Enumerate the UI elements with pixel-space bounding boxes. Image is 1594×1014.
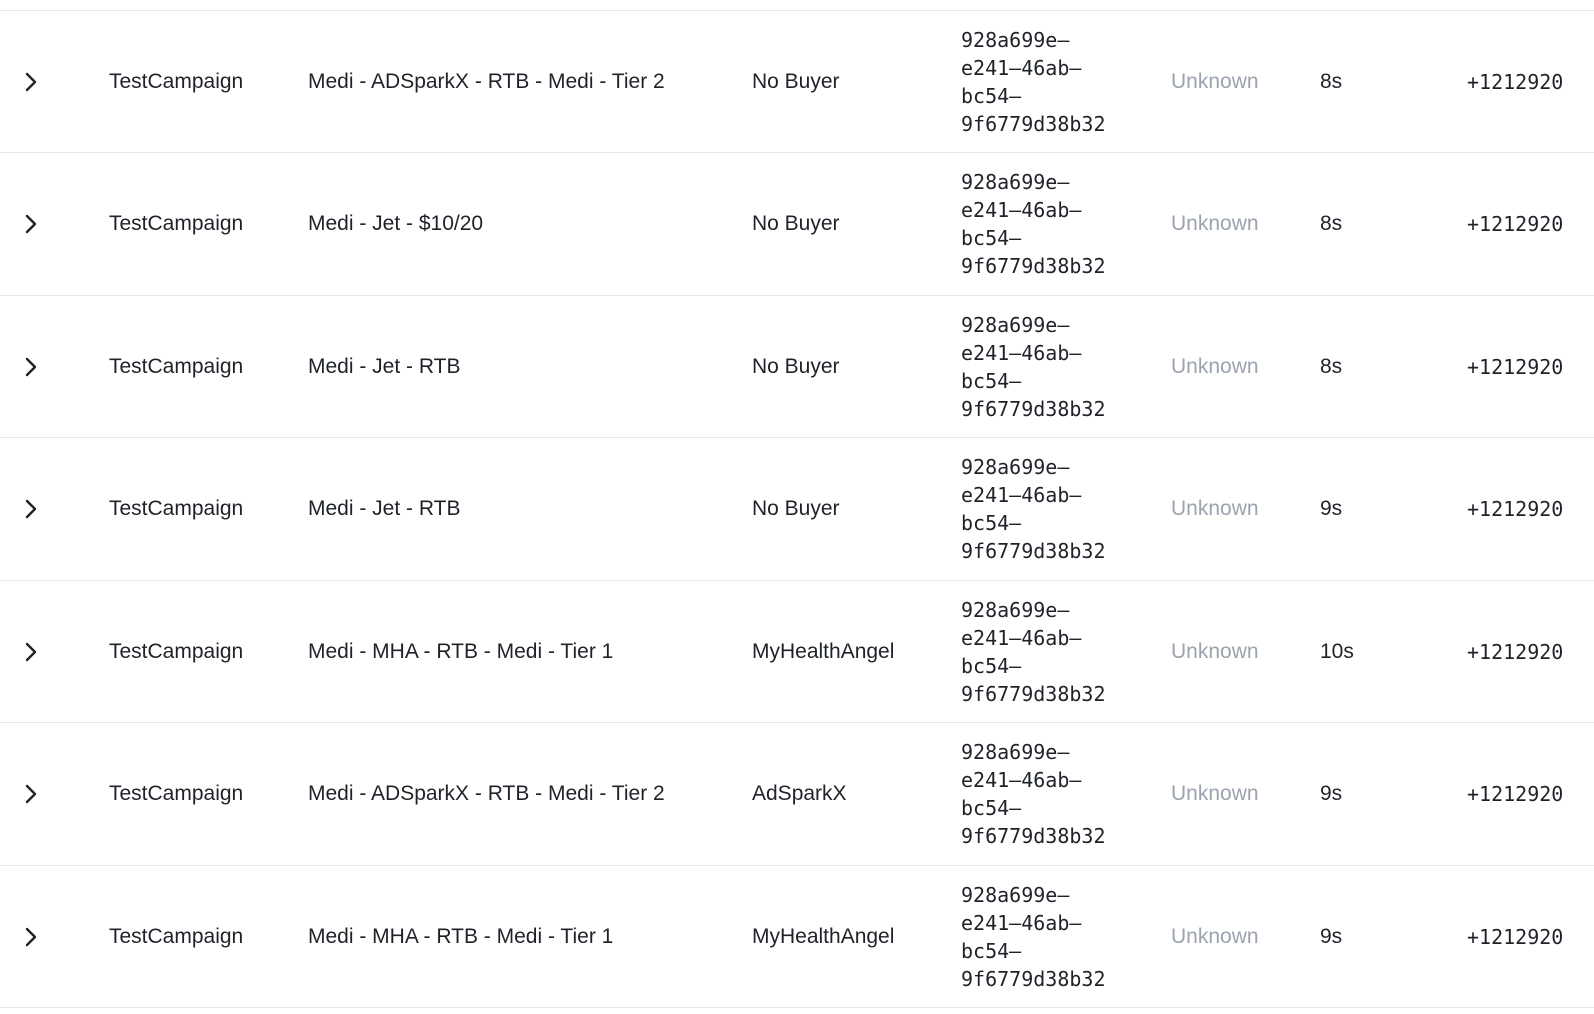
- call-id-cell: 928a699e– e241–46ab– bc54– 9f6779d38b32: [961, 866, 1136, 1007]
- chevron-right-icon: [25, 927, 37, 946]
- expand-row-button[interactable]: [16, 11, 46, 152]
- call-id-cell: 928a699e– e241–46ab– bc54– 9f6779d38b32: [961, 439, 1136, 580]
- status-cell: Unknown: [1171, 497, 1259, 520]
- buyer-cell: No Buyer: [752, 497, 840, 520]
- call-id-line: bc54–: [961, 368, 1022, 393]
- target-cell: Medi - Jet - RTB: [308, 497, 461, 520]
- expand-row-button[interactable]: [16, 296, 46, 437]
- campaign-cell: TestCampaign: [109, 212, 244, 235]
- table-row[interactable]: TestCampaign Medi - Jet - RTB No Buyer 9…: [0, 439, 1594, 581]
- call-id-line: bc54–: [961, 938, 1022, 963]
- call-id-line: 928a699e–: [961, 312, 1070, 337]
- phone-cell: +1212920: [1467, 924, 1564, 949]
- status-cell: Unknown: [1171, 639, 1259, 663]
- call-id-line: 928a699e–: [961, 882, 1070, 907]
- target-cell: Medi - Jet - $10/20: [308, 212, 484, 235]
- expand-row-button[interactable]: [16, 439, 46, 580]
- chevron-right-icon: [25, 357, 37, 376]
- duration-cell: 9s: [1320, 924, 1343, 948]
- target-cell: Medi - ADSparkX - RTB - Medi - Tier 2: [308, 69, 665, 93]
- call-id-line: 928a699e–: [961, 597, 1070, 622]
- call-id-line: 928a699e–: [961, 27, 1070, 52]
- campaign-cell: TestCampaign: [109, 69, 244, 93]
- table-row[interactable]: TestCampaign Medi - Jet - $10/20 No Buye…: [0, 154, 1594, 296]
- expand-row-button[interactable]: [16, 154, 46, 295]
- call-id-line: 9f6779d38b32: [961, 111, 1106, 136]
- table-row[interactable]: TestCampaign Medi - MHA - RTB - Medi - T…: [0, 581, 1594, 723]
- expand-row-button[interactable]: [16, 581, 46, 722]
- buyer-cell: No Buyer: [752, 212, 840, 235]
- call-id-cell: 928a699e– e241–46ab– bc54– 9f6779d38b32: [961, 581, 1136, 722]
- call-id-line: 928a699e–: [961, 455, 1070, 479]
- duration-cell: 8s: [1320, 354, 1343, 378]
- buyer-cell: AdSparkX: [752, 782, 847, 805]
- expand-row-button[interactable]: [16, 724, 46, 865]
- buyer-cell: No Buyer: [752, 69, 840, 93]
- duration-cell: 9s: [1320, 497, 1343, 520]
- table-row[interactable]: TestCampaign Medi - Jet - RTB No Buyer 9…: [0, 296, 1594, 438]
- call-id-line: 9f6779d38b32: [961, 539, 1106, 563]
- call-id-line: bc54–: [961, 796, 1022, 820]
- table-row[interactable]: TestCampaign Medi - ADSparkX - RTB - Med…: [0, 724, 1594, 866]
- chevron-right-icon: [25, 72, 37, 91]
- call-id-cell: 928a699e– e241–46ab– bc54– 9f6779d38b32: [961, 154, 1136, 295]
- call-id-line: e241–46ab–: [961, 625, 1082, 650]
- call-id-line: 9f6779d38b32: [961, 254, 1106, 278]
- call-id-cell: 928a699e– e241–46ab– bc54– 9f6779d38b32: [961, 724, 1136, 865]
- phone-cell: +1212920: [1467, 639, 1564, 664]
- call-id-line: bc54–: [961, 511, 1022, 535]
- campaign-cell: TestCampaign: [109, 639, 244, 663]
- table-row[interactable]: TestCampaign Medi - MHA - RTB - Medi - T…: [0, 866, 1594, 1008]
- campaign-cell: TestCampaign: [109, 782, 244, 805]
- campaign-cell: TestCampaign: [109, 354, 244, 378]
- call-id-line: e241–46ab–: [961, 55, 1082, 80]
- phone-cell: +1212920: [1467, 69, 1564, 94]
- duration-cell: 10s: [1320, 639, 1354, 663]
- call-id-line: bc54–: [961, 83, 1022, 108]
- call-id-line: 9f6779d38b32: [961, 396, 1106, 421]
- call-id-cell: 928a699e– e241–46ab– bc54– 9f6779d38b32: [961, 296, 1136, 437]
- call-id-cell: 928a699e– e241–46ab– bc54– 9f6779d38b32: [961, 11, 1136, 152]
- call-id-line: e241–46ab–: [961, 198, 1082, 222]
- chevron-right-icon: [25, 784, 37, 804]
- status-cell: Unknown: [1171, 69, 1259, 93]
- call-id-line: bc54–: [961, 226, 1022, 250]
- call-id-line: e241–46ab–: [961, 483, 1082, 507]
- phone-cell: +1212920: [1467, 354, 1564, 379]
- phone-cell: +1212920: [1467, 212, 1564, 236]
- call-id-line: 9f6779d38b32: [961, 681, 1106, 706]
- buyer-cell: MyHealthAngel: [752, 639, 895, 663]
- status-cell: Unknown: [1171, 354, 1259, 378]
- phone-cell: +1212920: [1467, 782, 1564, 806]
- expand-row-button[interactable]: [16, 866, 46, 1007]
- call-id-line: 9f6779d38b32: [961, 824, 1106, 848]
- campaign-cell: TestCampaign: [109, 497, 244, 520]
- target-cell: Medi - Jet - RTB: [308, 354, 461, 378]
- table-row[interactable]: TestCampaign Medi - ADSparkX - RTB - Med…: [0, 11, 1594, 153]
- duration-cell: 8s: [1320, 69, 1343, 93]
- chevron-right-icon: [25, 499, 37, 519]
- call-id-line: 928a699e–: [961, 740, 1070, 764]
- buyer-cell: No Buyer: [752, 354, 840, 378]
- target-cell: Medi - MHA - RTB - Medi - Tier 1: [308, 924, 614, 948]
- duration-cell: 8s: [1320, 212, 1343, 235]
- campaign-cell: TestCampaign: [109, 924, 244, 948]
- call-id-line: e241–46ab–: [961, 768, 1082, 792]
- status-cell: Unknown: [1171, 212, 1259, 235]
- chevron-right-icon: [25, 642, 37, 661]
- calls-table: TestCampaign Medi - ADSparkX - RTB - Med…: [0, 0, 1594, 1014]
- status-cell: Unknown: [1171, 782, 1259, 805]
- phone-cell: +1212920: [1467, 497, 1564, 521]
- call-id-line: bc54–: [961, 653, 1022, 678]
- duration-cell: 9s: [1320, 782, 1343, 805]
- chevron-right-icon: [25, 214, 37, 234]
- call-id-line: 928a699e–: [961, 170, 1070, 194]
- target-cell: Medi - MHA - RTB - Medi - Tier 1: [308, 639, 614, 663]
- call-id-line: 9f6779d38b32: [961, 966, 1106, 991]
- call-id-line: e241–46ab–: [961, 910, 1082, 935]
- call-id-line: e241–46ab–: [961, 340, 1082, 365]
- status-cell: Unknown: [1171, 924, 1259, 948]
- target-cell: Medi - ADSparkX - RTB - Medi - Tier 2: [308, 782, 665, 805]
- buyer-cell: MyHealthAngel: [752, 924, 895, 948]
